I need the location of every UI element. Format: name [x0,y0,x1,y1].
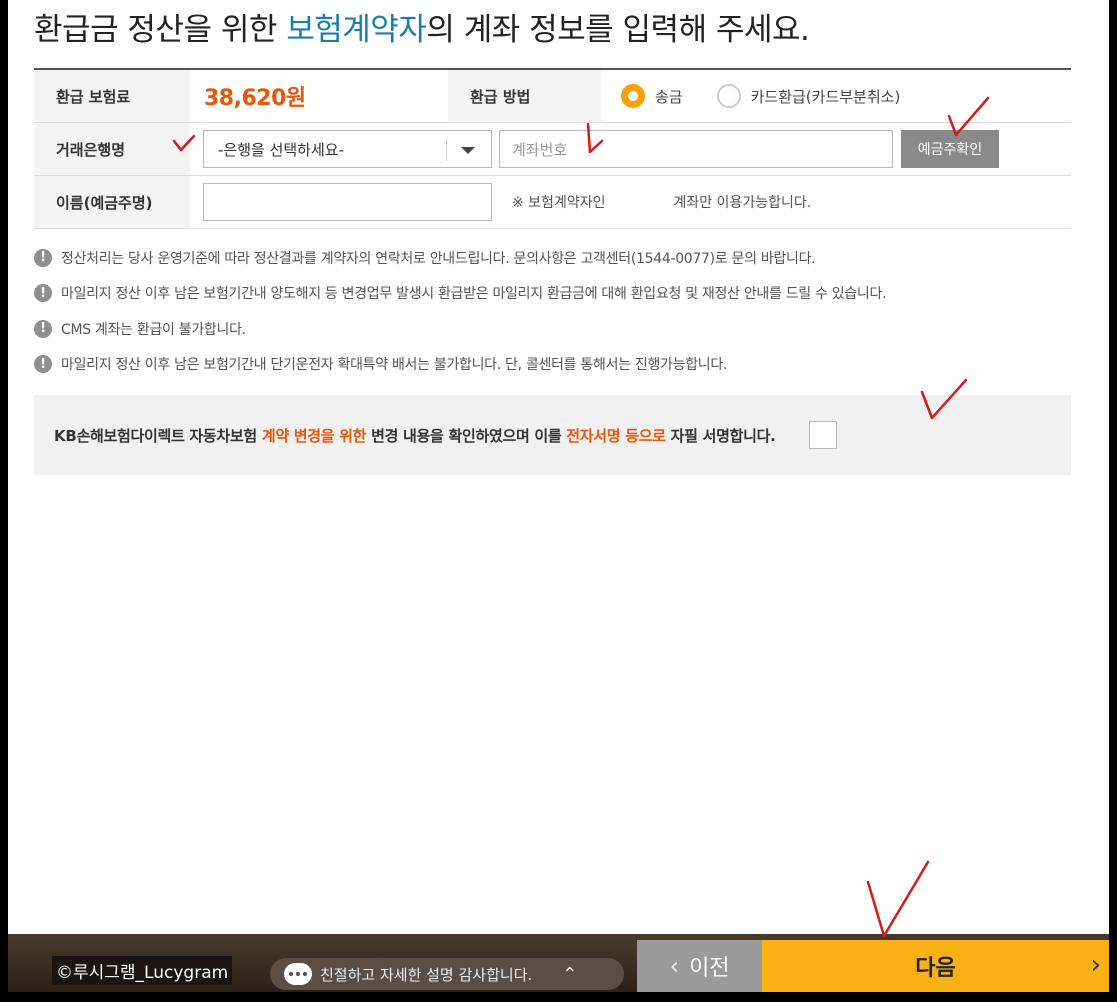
holder-name-input[interactable] [203,183,492,221]
holder-name-note: ※ 보험계약자인 계좌만 이용가능합니다. [512,195,812,211]
bank-label: 거래은행명 [34,123,190,175]
agreement-checkbox[interactable] [809,421,838,449]
refund-amount-label: 환급 보험료 [34,70,190,122]
radio-selected-icon [621,84,645,108]
verify-holder-button[interactable]: 예금주확인 [901,130,999,168]
page-frame: 환급금 정산을 위한 보험계약자의 계좌 정보를 입력해 주세요. 환급 보험료… [8,0,1109,992]
exclamation-icon: ! [34,284,52,303]
notice-item: ! CMS 계좌는 환급이 불가합니다. [34,311,1084,347]
agreement-box: KB손해보험다이렉트 자동차보험 계약 변경을 위한 변경 내용을 확인하였으며… [34,395,1071,475]
method-card-radio[interactable]: 카드환급(카드부분취소) [716,84,900,108]
exclamation-icon: ! [34,319,52,338]
notice-list: ! 정산처리는 당사 운영기준에 따라 정산결과를 계약자의 연락처로 안내드립니… [34,240,1084,382]
bottom-bar: ©루시그램_Lucygram 친절하고 자세한 설명 감사합니다. ⌃ ‹ 이전… [8,934,1109,992]
title-highlight: 보험계약자 [286,12,427,48]
exclamation-icon: ! [34,355,52,374]
select-divider [446,139,447,161]
page-title: 환급금 정산을 위한 보험계약자의 계좌 정보를 입력해 주세요. [34,12,810,48]
agreement-text: KB손해보험다이렉트 자동차보험 계약 변경을 위한 변경 내용을 확인하였으며… [54,426,776,445]
exclamation-icon: ! [34,248,52,267]
notice-item: ! 마일리지 정산 이후 남은 보험기간내 단기운전자 확대특약 배서는 불가합니… [34,347,1084,383]
next-button[interactable]: 다음 › [762,940,1109,992]
bank-select-value: -은행을 선택하세요- [218,140,344,159]
notice-item: ! 마일리지 정산 이후 남은 보험기간내 양도해지 등 변경업무 발생시 환급받… [34,276,1084,312]
refund-amount-value: 38,620원 [204,86,306,111]
notice-item: ! 정산처리는 당사 운영기준에 따라 정산결과를 계약자의 연락처로 안내드립니… [34,240,1084,276]
name-row: 이름(예금주명) ※ 보험계약자인 계좌만 이용가능합니다. [34,176,1071,229]
bank-select[interactable]: -은행을 선택하세요- [203,130,492,168]
account-number-placeholder: 계좌번호 [512,140,568,159]
refund-info-table: 환급 보험료 38,620원 환급 방법 송금 카드환급(카드부분취소) 거래은… [34,68,1071,229]
radio-unselected-icon [716,84,741,108]
holder-name-label: 이름(예금주명) [34,176,190,228]
refund-method-options: 송금 카드환급(카드부분취소) [601,70,1071,122]
bank-row: 거래은행명 -은행을 선택하세요- 계좌번호 예금주확인 [34,123,1071,176]
refund-method-label: 환급 방법 [448,70,601,122]
chevron-down-icon [461,147,475,154]
prev-button[interactable]: ‹ 이전 [637,940,762,992]
account-number-input[interactable]: 계좌번호 [499,130,893,168]
chevron-up-icon[interactable]: ⌃ [562,964,577,985]
chat-banner[interactable]: 친절하고 자세한 설명 감사합니다. ⌃ [270,958,624,990]
chevron-right-icon: › [1090,950,1101,980]
chat-bubble-icon [284,963,312,985]
method-remit-radio[interactable]: 송금 [621,84,683,108]
chat-text: 친절하고 자세한 설명 감사합니다. [320,965,533,984]
watermark: ©루시그램_Lucygram [8,934,233,992]
refund-row: 환급 보험료 38,620원 환급 방법 송금 카드환급(카드부분취소) [34,70,1071,123]
chevron-left-icon: ‹ [669,952,680,980]
